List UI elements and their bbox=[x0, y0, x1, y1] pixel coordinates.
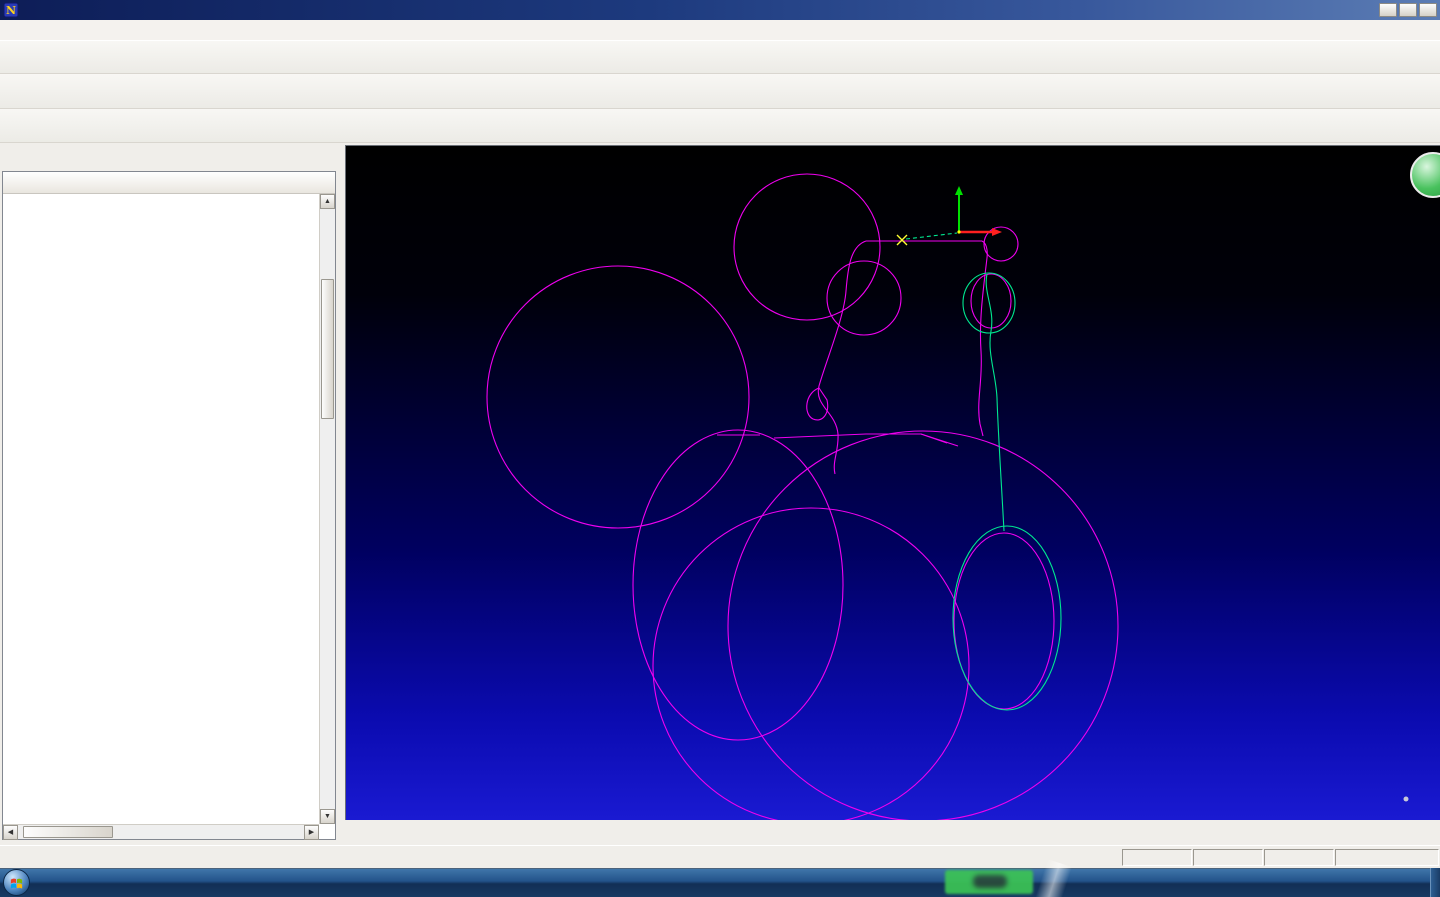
program-list: ▲ ▼ ◀ ▶ bbox=[2, 171, 336, 840]
toolbar-display bbox=[0, 74, 1440, 109]
horizontal-scrollbar[interactable]: ◀ ▶ bbox=[3, 824, 319, 840]
scroll-right-button[interactable]: ▶ bbox=[304, 825, 319, 840]
horizontal-scroll-thumb[interactable] bbox=[23, 826, 113, 838]
coord-y-value bbox=[1193, 848, 1263, 866]
vertical-scrollbar[interactable]: ▲ ▼ bbox=[319, 194, 335, 824]
app-icon: N bbox=[3, 2, 19, 18]
vertical-scroll-thumb[interactable] bbox=[321, 279, 334, 419]
scroll-down-button[interactable]: ▼ bbox=[320, 809, 335, 824]
program-panel: ▲ ▼ ◀ ▶ bbox=[0, 145, 339, 845]
desktop: { "window": { "title": "D:\\NC\\1.NC - S… bbox=[0, 0, 1440, 897]
scroll-left-button[interactable]: ◀ bbox=[3, 825, 18, 840]
windows-taskbar bbox=[0, 859, 1440, 897]
start-button[interactable] bbox=[3, 869, 30, 896]
scroll-up-button[interactable]: ▲ bbox=[320, 194, 335, 209]
magenta-toolpath bbox=[486, 173, 1119, 820]
toolbar-standard bbox=[0, 41, 1440, 74]
minimize-button[interactable] bbox=[1379, 3, 1397, 17]
toolbar-simulation bbox=[0, 109, 1440, 143]
status-timer-cell bbox=[1335, 848, 1439, 866]
m00-marker bbox=[896, 234, 908, 246]
view-tab-bar bbox=[345, 820, 1440, 845]
restore-button[interactable] bbox=[1399, 3, 1417, 17]
coord-z-value bbox=[1264, 848, 1334, 866]
wire-drawing bbox=[486, 173, 1409, 820]
green-wire-path bbox=[905, 232, 1062, 711]
windows-flag-icon bbox=[10, 878, 23, 889]
coord-x-value bbox=[1122, 848, 1192, 866]
blurred-notification bbox=[945, 870, 1033, 894]
list-header bbox=[3, 172, 335, 194]
header-gutter bbox=[3, 172, 29, 193]
show-desktop-button[interactable] bbox=[1430, 868, 1440, 897]
viewport-dot bbox=[1403, 796, 1409, 802]
close-button[interactable] bbox=[1419, 3, 1437, 17]
title-bar[interactable]: N bbox=[0, 0, 1440, 20]
header-data bbox=[71, 172, 335, 193]
panel-tabs bbox=[0, 145, 339, 171]
status-bar bbox=[0, 845, 1440, 868]
program-rows bbox=[3, 194, 319, 824]
header-line-number bbox=[29, 172, 71, 193]
menu-bar bbox=[0, 20, 1440, 41]
svg-text:N: N bbox=[6, 4, 16, 17]
graphics-viewport[interactable] bbox=[345, 145, 1440, 820]
